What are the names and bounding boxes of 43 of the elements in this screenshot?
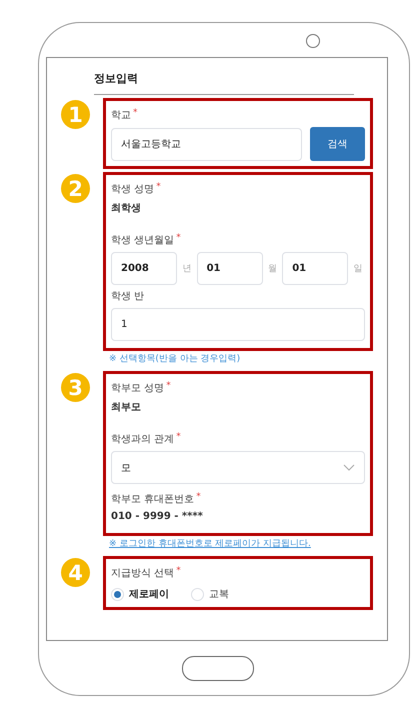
- step-number: 2: [61, 174, 90, 203]
- step-number: 3: [61, 373, 90, 402]
- dropdown-value: 모: [121, 462, 131, 474]
- camera-icon: [306, 34, 320, 48]
- input-field[interactable]: 01: [282, 252, 348, 285]
- field-label: 지급방식 선택: [111, 567, 174, 580]
- required-mark: *: [133, 108, 138, 118]
- field-label: 학부모 성명: [111, 382, 164, 395]
- field-label: 학생 생년월일: [111, 234, 174, 247]
- required-mark: *: [176, 233, 181, 243]
- unit-label: 일: [352, 263, 364, 275]
- field-value: 최부모: [111, 401, 142, 414]
- required-mark: *: [166, 381, 171, 391]
- input-field[interactable]: 01: [196, 252, 263, 285]
- radio-label[interactable]: 교복: [209, 587, 229, 601]
- step-number: 1: [61, 100, 90, 129]
- field-label: 학생과의 관계: [111, 433, 174, 446]
- chevron-down-icon: [343, 464, 355, 471]
- field-label: 학부모 휴대폰번호: [111, 493, 194, 506]
- field-value: 최학생: [111, 202, 142, 215]
- step-number: 4: [61, 558, 90, 587]
- field-label: 학생 반: [111, 290, 144, 303]
- home-button[interactable]: [182, 656, 254, 680]
- radio-button[interactable]: [191, 588, 204, 600]
- unit-label: 월: [266, 263, 278, 275]
- required-mark: *: [156, 182, 161, 192]
- input-field[interactable]: 1: [111, 308, 365, 341]
- required-mark: *: [196, 492, 201, 502]
- input-field[interactable]: 2008: [111, 252, 177, 285]
- field-label: 학교: [111, 109, 131, 122]
- unit-label: 년: [181, 263, 192, 275]
- radio-button[interactable]: [111, 588, 124, 600]
- field-value: 010 - 9999 - ****: [111, 511, 204, 522]
- field-label: 학생 성명: [111, 183, 154, 196]
- section-heading: 정보입력: [94, 69, 354, 95]
- note-text: ※ 로그인한 휴대폰번호로 제로페이가 지급됩니다.: [109, 538, 312, 550]
- note-text: ※ 선택항목(반을 아는 경우입력): [109, 353, 242, 365]
- required-mark: *: [176, 566, 181, 576]
- required-mark: *: [176, 432, 181, 442]
- input-field[interactable]: 서울고등학교: [111, 128, 302, 160]
- radio-label[interactable]: 제로페이: [129, 587, 169, 601]
- dropdown[interactable]: 모: [111, 451, 365, 484]
- search-button[interactable]: 검색: [310, 127, 365, 161]
